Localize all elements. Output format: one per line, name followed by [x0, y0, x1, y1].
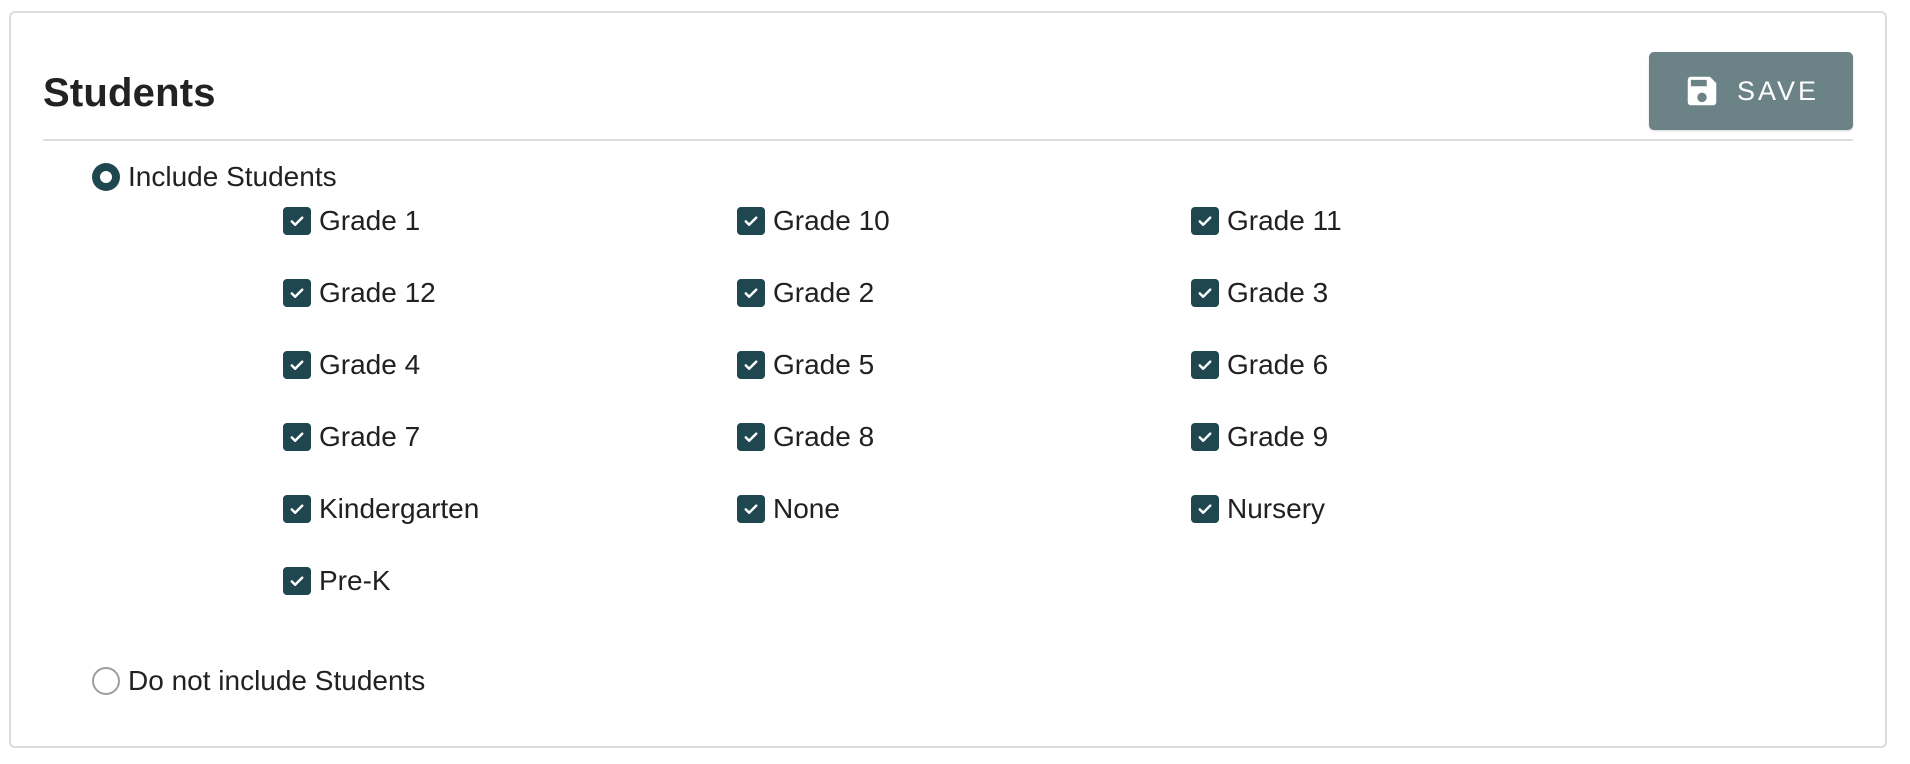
exclude-students-label: Do not include Students	[128, 665, 426, 696]
checkbox-checked-icon[interactable]	[737, 207, 765, 235]
checkbox-checked-icon[interactable]	[283, 567, 311, 595]
grade-checkbox-item[interactable]: Grade 1	[283, 205, 420, 237]
checkbox-checked-icon[interactable]	[283, 351, 311, 379]
grade-checkbox-label: Kindergarten	[319, 493, 480, 524]
grade-checkbox-item[interactable]: Grade 5	[737, 349, 874, 381]
grade-checkbox-label: Grade 7	[319, 421, 421, 452]
grade-checkbox-label: Grade 10	[773, 205, 890, 236]
checkbox-checked-icon[interactable]	[1191, 351, 1219, 379]
grade-checkbox-label: Grade 1	[319, 205, 421, 236]
checkbox-checked-icon[interactable]	[1191, 495, 1219, 523]
checkbox-checked-icon[interactable]	[737, 351, 765, 379]
checkbox-checked-icon[interactable]	[283, 207, 311, 235]
grade-checkbox-label: Grade 11	[1227, 205, 1342, 236]
grade-checkbox-item[interactable]: Grade 8	[737, 421, 874, 453]
grade-checkbox-label: Grade 3	[1227, 277, 1329, 308]
grade-checkbox-item[interactable]: Kindergarten	[283, 493, 479, 525]
grade-checkbox-label: None	[773, 493, 840, 524]
grade-checkbox-item[interactable]: Grade 6	[1191, 349, 1328, 381]
grade-checkbox-item[interactable]: None	[737, 493, 840, 525]
checkbox-checked-icon[interactable]	[1191, 207, 1219, 235]
include-students-label: Include Students	[128, 161, 337, 192]
checkbox-checked-icon[interactable]	[737, 423, 765, 451]
grade-checkbox-item[interactable]: Pre-K	[283, 565, 391, 597]
grade-checkbox-label: Grade 6	[1227, 349, 1329, 380]
grade-checkbox-item[interactable]: Grade 7	[283, 421, 420, 453]
exclude-students-radio[interactable]: Do not include Students	[92, 665, 425, 697]
grade-checkbox-item[interactable]: Grade 12	[283, 277, 436, 309]
grade-checkbox-label: Grade 8	[773, 421, 875, 452]
grade-checkbox-item[interactable]: Grade 9	[1191, 421, 1328, 453]
checkbox-checked-icon[interactable]	[737, 279, 765, 307]
grade-checkbox-label: Grade 5	[773, 349, 875, 380]
grade-checkbox-label: Grade 2	[773, 277, 875, 308]
grade-checkbox-item[interactable]: Grade 10	[737, 205, 890, 237]
save-button-label: SAVE	[1736, 75, 1820, 106]
checkbox-checked-icon[interactable]	[283, 495, 311, 523]
checkbox-checked-icon[interactable]	[737, 495, 765, 523]
section-title: Students	[43, 71, 216, 115]
grade-checkbox-label: Grade 4	[319, 349, 421, 380]
grade-checkbox-label: Grade 12	[319, 277, 436, 308]
checkbox-checked-icon[interactable]	[1191, 279, 1219, 307]
radio-selected-icon[interactable]	[92, 163, 120, 191]
grade-checkbox-label: Grade 9	[1227, 421, 1329, 452]
grade-checkbox-label: Nursery	[1227, 493, 1326, 524]
grade-checkbox-label: Pre-K	[319, 565, 391, 596]
checkbox-checked-icon[interactable]	[283, 279, 311, 307]
checkbox-checked-icon[interactable]	[283, 423, 311, 451]
save-button[interactable]: SAVE	[1649, 52, 1853, 130]
include-students-radio[interactable]: Include Students	[92, 161, 337, 193]
floppy-disk-icon	[1683, 72, 1721, 110]
grade-checkbox-item[interactable]: Grade 3	[1191, 277, 1328, 309]
grade-checkbox-item[interactable]: Grade 2	[737, 277, 874, 309]
card-header: Students SAVE	[43, 13, 1853, 141]
grade-checkbox-item[interactable]: Grade 11	[1191, 205, 1342, 237]
checkbox-checked-icon[interactable]	[1191, 423, 1219, 451]
grade-checkbox-item[interactable]: Grade 4	[283, 349, 420, 381]
grade-checkbox-item[interactable]: Nursery	[1191, 493, 1325, 525]
radio-unselected-icon[interactable]	[92, 667, 120, 695]
